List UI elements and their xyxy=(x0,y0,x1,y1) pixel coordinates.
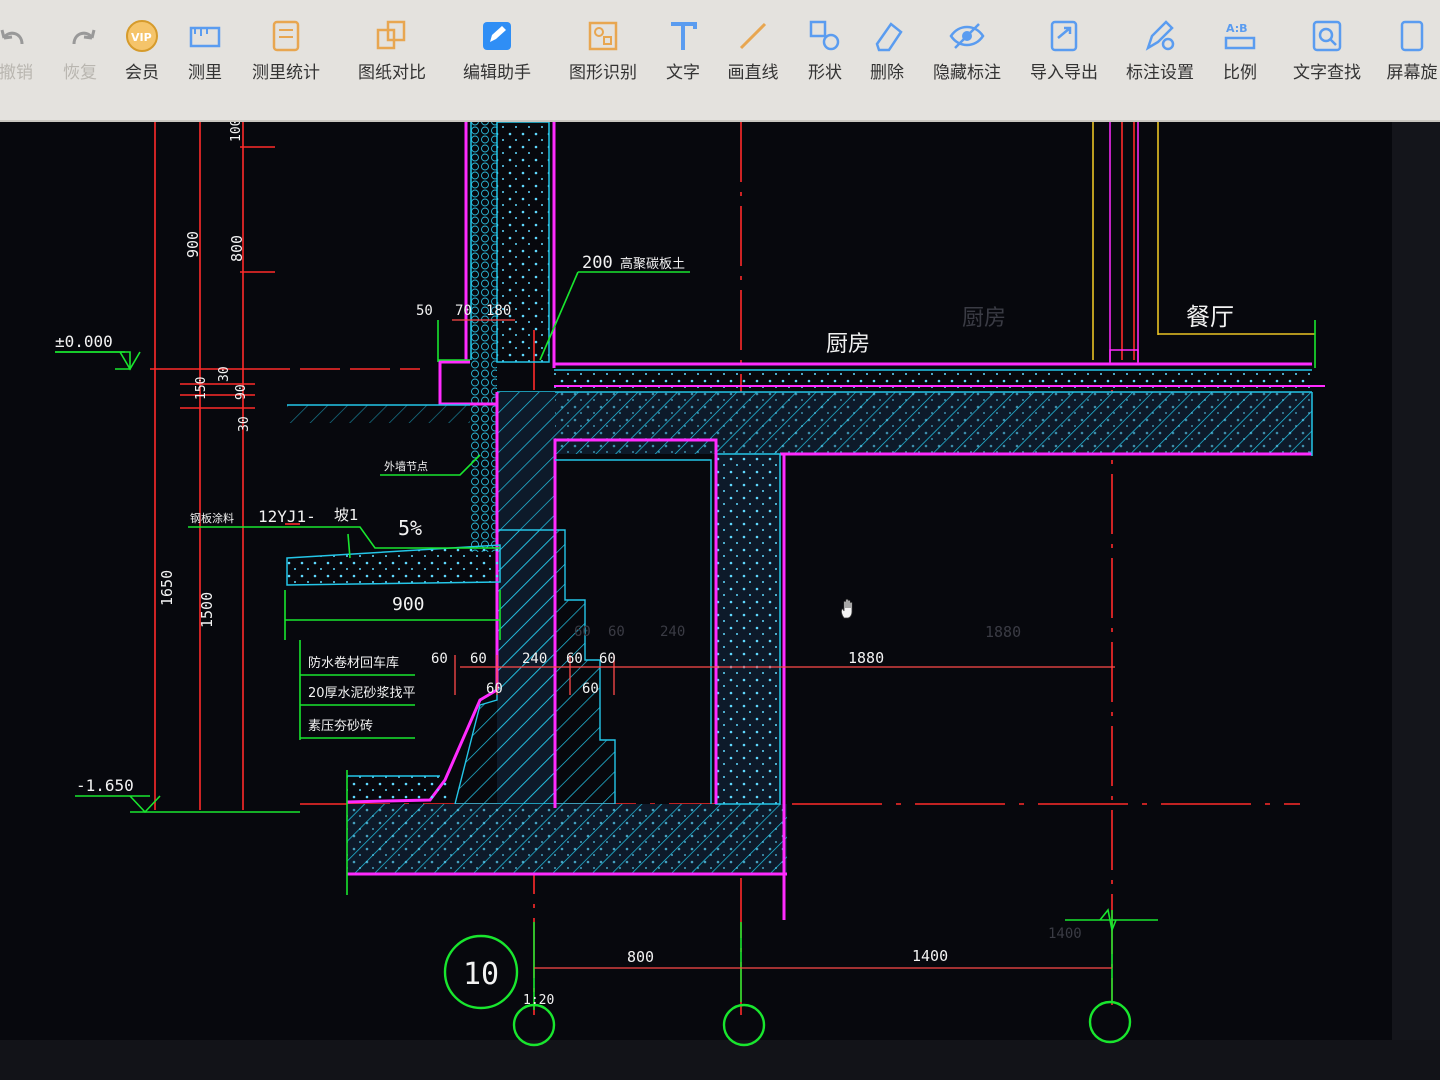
wall-thickness: 200 xyxy=(582,253,613,273)
dim-180: 180 xyxy=(486,303,511,319)
dim-50: 50 xyxy=(416,303,433,319)
mid-dim-b: 60 xyxy=(470,651,487,667)
dim-70: 70 xyxy=(455,303,472,319)
line-icon xyxy=(739,22,767,50)
shape-recognition-icon xyxy=(588,21,618,51)
slope-paving xyxy=(286,404,501,586)
slope-note: 钢板涂料 xyxy=(190,511,234,525)
mid-dim-h: 60 xyxy=(582,681,599,697)
tool-label: 文字查找 xyxy=(1293,63,1361,83)
legend-soil: 素压夯砂砖 xyxy=(308,719,373,734)
dim-150: 150 xyxy=(194,377,209,400)
mid-dim-d: 60 xyxy=(566,651,583,667)
shape-icon xyxy=(809,20,840,51)
slope-ref: 12YJ1- xyxy=(258,507,316,526)
dim-1500: 1500 xyxy=(198,592,216,628)
axis-bubbles xyxy=(512,1000,1132,1047)
tool-scale[interactable]: A:B 比例 xyxy=(1198,8,1282,88)
tool-label: 图纸对比 xyxy=(358,63,426,83)
eraser-icon xyxy=(875,22,903,52)
tool-shape-recognition[interactable]: 图形识别 xyxy=(561,8,645,88)
level-top: ±0.000 xyxy=(55,332,113,351)
tool-label: 屏幕旋 xyxy=(1386,63,1438,83)
room-label-kitchen: 厨房 xyxy=(826,332,870,357)
tool-eraser[interactable]: 删除 xyxy=(845,8,929,88)
dim-30a: 30 xyxy=(217,366,232,382)
tool-measure-stats[interactable]: 测里统计 xyxy=(244,8,328,88)
tool-measure[interactable]: 测里 xyxy=(163,8,247,88)
mid-dim-f: 1880 xyxy=(848,649,884,667)
dim-1650: 1650 xyxy=(158,570,176,606)
scale-label: 1:20 xyxy=(523,993,554,1008)
room-label-dining: 餐厅 xyxy=(1186,303,1234,331)
tool-label: 测里 xyxy=(188,63,222,83)
tool-label: 标注设置 xyxy=(1126,63,1194,83)
dim-900-bottom: 900 xyxy=(392,594,425,615)
mid-dim-g: 60 xyxy=(486,681,503,697)
text-search-icon xyxy=(1312,20,1342,52)
hand-cursor-icon xyxy=(841,598,853,619)
redo-icon xyxy=(72,29,96,45)
tool-annotation-settings[interactable]: 标注设置 xyxy=(1118,8,1202,88)
annotation-settings-icon xyxy=(1145,20,1175,51)
slope-no: 坡1 xyxy=(334,506,359,524)
tool-label: 图形识别 xyxy=(569,63,637,83)
slope-percent: 5% xyxy=(398,516,422,540)
tool-label: 比例 xyxy=(1223,63,1257,83)
faint-dim-c: 240 xyxy=(660,624,685,640)
svg-text:VIP: VIP xyxy=(131,31,152,44)
legend-waterproof: 防水卷材回车库 xyxy=(308,655,399,671)
tool-eye[interactable]: 隐藏标注 xyxy=(925,8,1009,88)
bottom-dim-800: 800 xyxy=(627,948,654,966)
measure-icon xyxy=(189,26,221,48)
dim-100-left: 100 xyxy=(229,122,244,142)
faint-dim-a: 60 xyxy=(574,624,591,640)
bottom-dim-1400: 1400 xyxy=(912,947,948,965)
mid-dim-e: 60 xyxy=(599,651,616,667)
tool-edit-assistant[interactable]: 编辑助手 xyxy=(455,8,539,88)
upper-wall xyxy=(464,122,556,368)
dim-900-left: 900 xyxy=(184,231,202,258)
tool-label: 删除 xyxy=(870,63,904,83)
tool-text-search[interactable]: 文字查找 xyxy=(1285,8,1369,88)
vip-icon: VIP xyxy=(126,20,158,52)
wall-note: 高聚碳板土 xyxy=(620,256,685,272)
edit-assistant-icon xyxy=(483,22,511,50)
compare-icon xyxy=(376,20,406,50)
faint-dim-d: 1880 xyxy=(985,623,1021,641)
measure-stats-icon xyxy=(272,20,300,52)
room-label-kitchen-faint: 厨房 xyxy=(962,306,1006,331)
scale-icon: A:B xyxy=(1224,22,1256,50)
dim-30b: 30 xyxy=(237,416,252,432)
faint-dim-b: 60 xyxy=(608,624,625,640)
tool-label: 编辑助手 xyxy=(463,63,531,83)
top-toolbar: 撤销 恢复 VIP 会员 测里 测里统计 图纸对比 编辑助手 图形识别 文字 画直线 形状 删除 隐藏标注… xyxy=(0,0,1440,122)
stair-note: 外墙节点 xyxy=(384,459,428,473)
dim-90: 90 xyxy=(234,384,249,400)
import-export-icon xyxy=(1050,20,1078,52)
text-icon xyxy=(671,22,697,50)
rotate-screen-icon xyxy=(1400,20,1424,52)
eye-icon xyxy=(949,23,985,49)
floor-slab xyxy=(497,362,1325,456)
bottom-dim-faint: 1400 xyxy=(1048,926,1082,942)
undo-icon xyxy=(0,29,24,45)
level-bottom: -1.650 xyxy=(76,776,134,795)
tool-import-export[interactable]: 导入导出 xyxy=(1022,8,1106,88)
tool-label: 导入导出 xyxy=(1030,63,1098,83)
dim-800-left: 800 xyxy=(228,235,246,262)
tool-label: 隐藏标注 xyxy=(933,63,1001,83)
tool-label: 测里统计 xyxy=(252,63,320,83)
mid-dim-c: 240 xyxy=(522,651,547,667)
tool-compare[interactable]: 图纸对比 xyxy=(350,8,434,88)
cad-canvas[interactable]: 厨房 厨房 餐厅 高聚碳板土 外墙节点 钢板涂料 防水卷材回车库 20厚水泥砂浆… xyxy=(0,122,1440,1080)
mid-dim-a: 60 xyxy=(431,651,448,667)
tool-rotate-screen[interactable]: 屏幕旋 xyxy=(1370,8,1440,88)
cad-section-drawing[interactable]: 厨房 厨房 餐厅 高聚碳板土 外墙节点 钢板涂料 防水卷材回车库 20厚水泥砂浆… xyxy=(0,122,1440,1080)
legend-mortar: 20厚水泥砂浆找平 xyxy=(308,686,416,701)
svg-text:A:B: A:B xyxy=(1226,22,1248,35)
section-number: 10 xyxy=(463,957,499,992)
